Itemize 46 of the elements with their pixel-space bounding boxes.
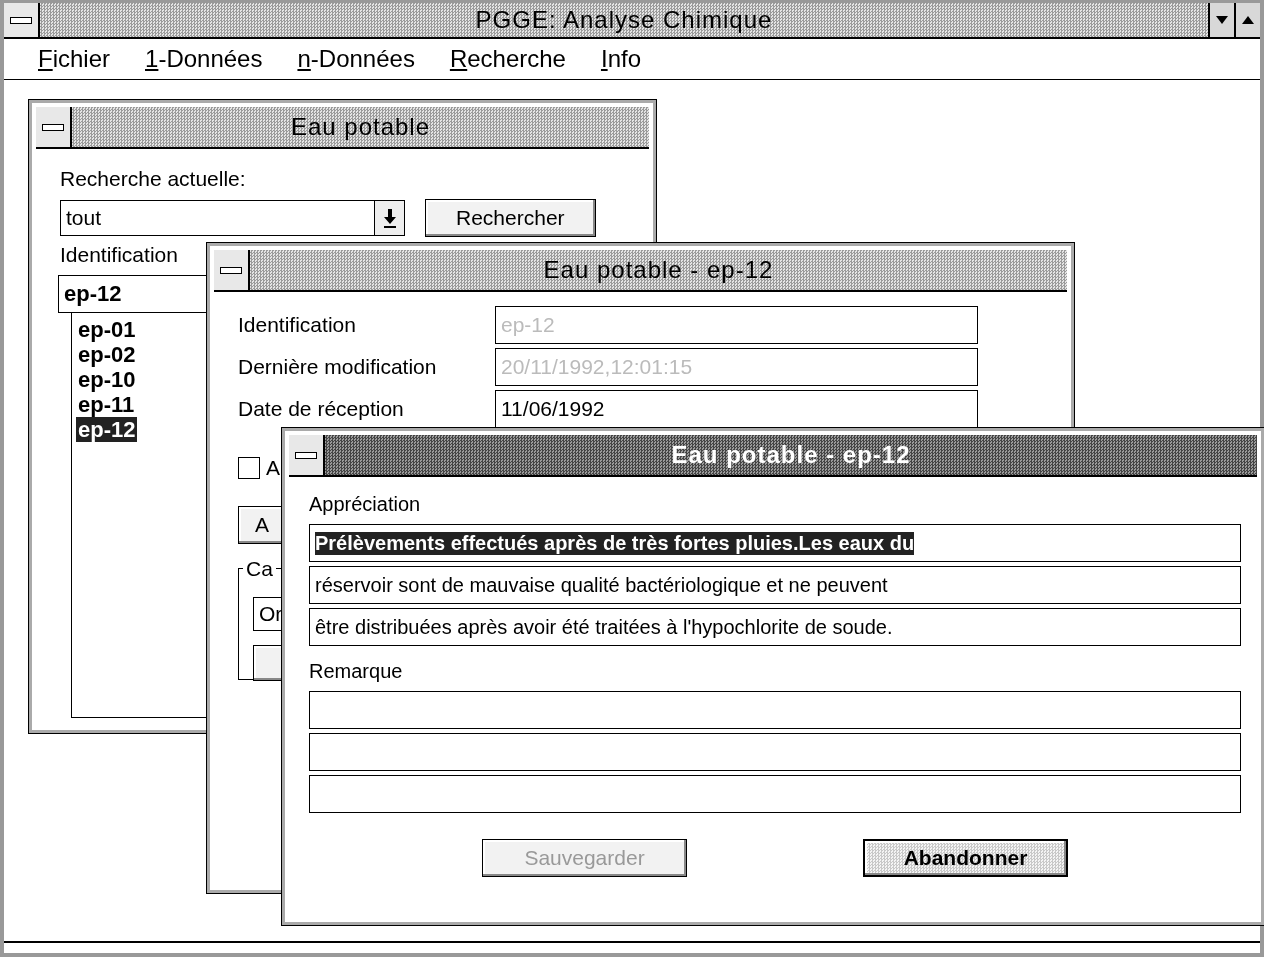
field-label: Date de réception bbox=[238, 397, 405, 421]
field-label: Dernière modification bbox=[238, 355, 438, 379]
maximize-button[interactable] bbox=[1234, 3, 1260, 37]
down-arrow-icon bbox=[381, 208, 398, 228]
list-item[interactable]: ep-02 bbox=[76, 342, 138, 367]
checkbox[interactable] bbox=[238, 457, 260, 479]
system-menu-button[interactable] bbox=[214, 250, 250, 290]
field-label: Identification bbox=[238, 313, 357, 337]
list-item[interactable]: ep-11 bbox=[76, 392, 137, 417]
menu-item[interactable]: 1-Données bbox=[145, 45, 263, 73]
field-label: Appréciation bbox=[309, 493, 422, 516]
text-field[interactable] bbox=[309, 775, 1241, 813]
menu-item[interactable]: Fichier bbox=[38, 45, 111, 73]
checkbox-label: A bbox=[266, 456, 280, 480]
list-item[interactable]: ep-12 bbox=[76, 417, 138, 442]
system-menu-button[interactable] bbox=[4, 3, 40, 37]
system-menu-button[interactable] bbox=[36, 107, 72, 147]
dash-icon bbox=[295, 451, 317, 459]
window-title: PGGE: Analyse Chimique bbox=[475, 6, 773, 33]
system-menu-button[interactable] bbox=[289, 435, 325, 475]
list-item[interactable]: ep-01 bbox=[76, 317, 138, 342]
list-item[interactable]: ep-10 bbox=[76, 367, 138, 392]
text-field[interactable]: réservoir sont de mauvaise qualité bactériologique et ne peuvent bbox=[309, 566, 1241, 604]
window-title: Eau potable - ep-12 bbox=[671, 441, 911, 468]
menu-item[interactable]: Recherche bbox=[449, 45, 566, 73]
down-triangle-icon bbox=[1215, 15, 1229, 25]
dropdown-button[interactable] bbox=[374, 201, 404, 235]
dash-icon bbox=[10, 16, 32, 24]
search-button[interactable]: Rechercher bbox=[425, 199, 596, 237]
window-title: Eau potable bbox=[290, 113, 431, 140]
field-label: Recherche actuelle: bbox=[60, 167, 247, 191]
dash-icon bbox=[220, 266, 242, 274]
field-label: Remarque bbox=[309, 660, 404, 683]
field-label: Identification bbox=[60, 243, 179, 267]
minimize-button[interactable] bbox=[1208, 3, 1234, 37]
text-field[interactable]: être distribuées après avoir été traitées à l'hypochlorite de soude. bbox=[309, 608, 1241, 646]
dash-icon bbox=[42, 123, 64, 131]
window-title: Eau potable - ep-12 bbox=[543, 256, 774, 283]
dialog-button[interactable]: Abandonner bbox=[863, 839, 1068, 877]
text-field[interactable] bbox=[309, 733, 1241, 771]
dropdown-field[interactable]: tout bbox=[60, 200, 405, 236]
up-triangle-icon bbox=[1241, 15, 1255, 25]
menu-item[interactable]: n-Données bbox=[297, 45, 415, 73]
text-field[interactable]: Prélèvements effectués après de très fortes pluies.Les eaux du bbox=[309, 524, 1241, 562]
text-field[interactable] bbox=[309, 691, 1241, 729]
menu-item[interactable]: Info bbox=[600, 45, 641, 73]
